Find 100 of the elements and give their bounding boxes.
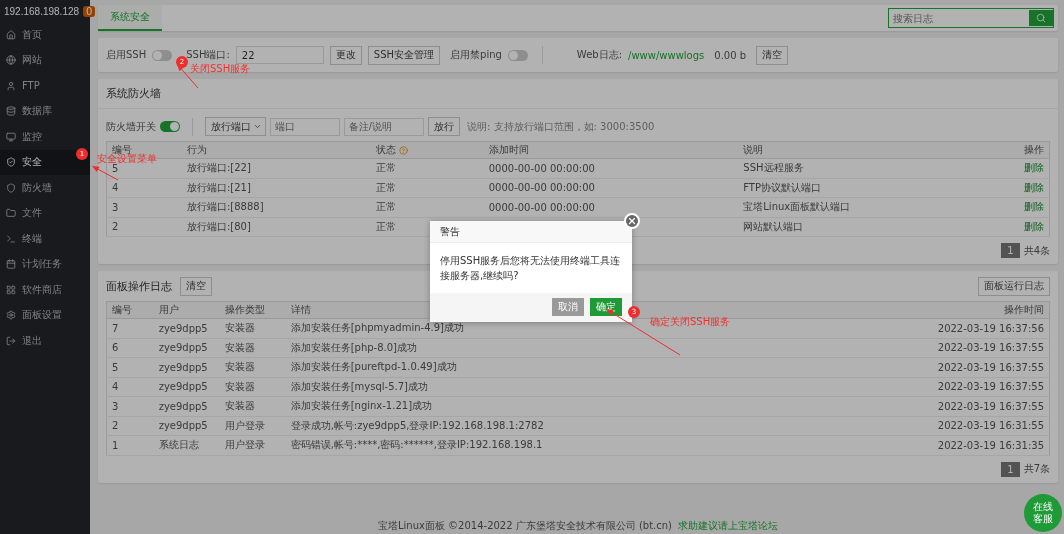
menu-icon [6,55,16,66]
table-cell: 网站默认端口 [738,217,986,237]
column-header: 状态 [370,141,484,159]
run-log-button[interactable]: 面板运行日志 [978,276,1050,296]
table-cell: 3 [106,396,154,416]
port-field[interactable]: 22 [235,46,324,64]
search-button[interactable] [1029,10,1053,26]
total-count: 共7条 [1023,462,1050,476]
page-number[interactable]: 1 [1001,461,1020,477]
clear-button[interactable]: 清空 [756,45,789,65]
rule-type-select[interactable]: 放行端口 [205,117,266,136]
toggle-switch[interactable] [160,121,180,132]
table-cell: 2022-03-19 16:37:55 [814,396,1050,416]
table-cell[interactable]: 删除 [985,158,1050,178]
table-cell: 0000-00-00 00:00:00 [483,178,739,198]
table-cell: 4 [106,377,154,397]
tab[interactable]: 系统安全 [98,5,162,31]
cancel-button[interactable]: 取消 [552,298,584,316]
sidebar-item[interactable]: 计划任务 [0,251,90,277]
dialog-title: 警告 [430,221,632,243]
menu-icon [6,284,16,295]
change-button[interactable]: 更改 [329,45,362,65]
table-cell: 密码错误,帐号:****,密码:******,登录IP:192.168.198.1 [285,435,815,455]
table-cell: 放行端口:[22] [181,158,371,178]
column-header: 行为 [181,141,371,159]
ping-label: 启用禁ping [450,48,502,62]
table-cell: 正常 [370,197,484,217]
table-cell[interactable]: 删除 [985,178,1050,198]
server-address: 192.168.198.128 [4,5,80,17]
table-cell: zye9dpp5 [153,357,220,377]
ssh-manage-button[interactable]: SSH安全管理 [367,45,441,65]
table-cell: 2022-03-19 16:31:35 [814,435,1050,455]
table-cell: 添加安装任务[mysql-5.7]成功 [285,377,815,397]
hint-text: 说明: 支持放行端口范围，如: 3000:3500 [467,119,655,134]
page-number[interactable]: 1 [1001,243,1020,258]
table-cell: 0000-00-00 00:00:00 [483,158,739,178]
table-cell: 安装器 [219,396,286,416]
port-input[interactable]: 端口 [270,117,340,136]
port-label: SSH端口: [186,48,230,62]
sidebar-item[interactable]: 防火墙 [0,175,90,201]
sidebar-item[interactable]: 面板设置 [0,302,90,328]
table-cell: 放行端口:[21] [181,178,371,198]
table-cell: 添加安装任务[php-8.0]成功 [285,338,815,358]
sidebar-item[interactable]: 软件商店 [0,277,90,303]
search-field[interactable]: 搜索日志 [888,8,1054,28]
column-header: 操作时间 [814,301,1050,319]
menu-icon [6,157,16,168]
sidebar-item[interactable]: FTP [0,73,90,99]
table-cell[interactable]: 删除 [985,197,1050,217]
panel-title: 面板操作日志 [106,278,172,294]
toggle-switch[interactable] [152,49,173,61]
menu-icon [6,182,16,193]
table-cell: 2 [106,416,154,436]
table-cell: 2022-03-19 16:31:55 [814,416,1050,436]
chat-button[interactable]: 在线客服 [1024,494,1062,532]
table-cell: 放行端口:[80] [181,217,371,237]
note-input[interactable]: 备注/说明 [344,117,424,136]
menu-icon [6,233,16,244]
caret-icon [253,122,262,131]
ssh-label: 启用SSH [106,48,147,62]
menu-icon [6,80,16,91]
sidebar-item[interactable]: 文件 [0,200,90,226]
table-cell: 5 [106,357,154,377]
table-cell: 2022-03-19 16:37:55 [814,338,1050,358]
sidebar-item[interactable]: 网站 [0,47,90,73]
table-cell: 用户登录 [219,435,286,455]
table-cell: 2022-03-19 16:37:56 [814,318,1050,338]
table-cell: 用户登录 [219,416,286,436]
web-log-path[interactable]: /www/wwwlogs [628,49,705,61]
column-header: 操作 [985,141,1050,159]
search-icon [1036,13,1046,23]
table-cell: 安装器 [219,338,286,358]
table-cell: 2022-03-19 16:37:55 [814,377,1050,397]
annotation-text: 关闭SSH服务 [190,62,251,76]
dialog-message: 停用SSH服务后您将无法使用终端工具连接服务器,继续吗? [439,254,622,283]
sidebar-item[interactable]: 数据库 [0,98,90,124]
annotation-arrow [92,166,119,181]
help-icon [398,145,408,155]
copyright-text: 宝塔Linux面板 ©2014-2022 广东堡塔安全技术有限公司 (bt.cn) [377,519,673,533]
table-cell: zye9dpp5 [153,416,220,436]
toggle-switch[interactable] [507,49,528,61]
table-cell: zye9dpp5 [153,396,220,416]
web-log-label: Web日志: [576,48,622,62]
annotation-text: 安全设置菜单 [97,153,157,164]
table-cell: 6 [106,338,154,358]
menu-icon [6,131,16,142]
table-cell: zye9dpp5 [153,377,220,397]
sidebar-item[interactable]: 首页 [0,22,90,48]
web-log-size: 0.00 b [714,49,747,61]
clear-button[interactable]: 清空 [180,276,212,296]
forum-link[interactable]: 求助建议请上宝塔论坛 [678,519,779,533]
sidebar-item[interactable]: 退出 [0,328,90,354]
sidebar-item[interactable]: 终端 [0,226,90,252]
table-cell: FTP协议默认端口 [738,178,986,198]
sidebar-item[interactable]: 监控 [0,124,90,150]
allow-button[interactable]: 放行 [428,117,460,136]
table-cell: 宝塔Linux面板默认端口 [738,197,986,217]
table-cell: 2022-03-19 16:37:55 [814,357,1050,377]
menu-icon [6,106,16,117]
table-cell[interactable]: 删除 [985,217,1050,237]
